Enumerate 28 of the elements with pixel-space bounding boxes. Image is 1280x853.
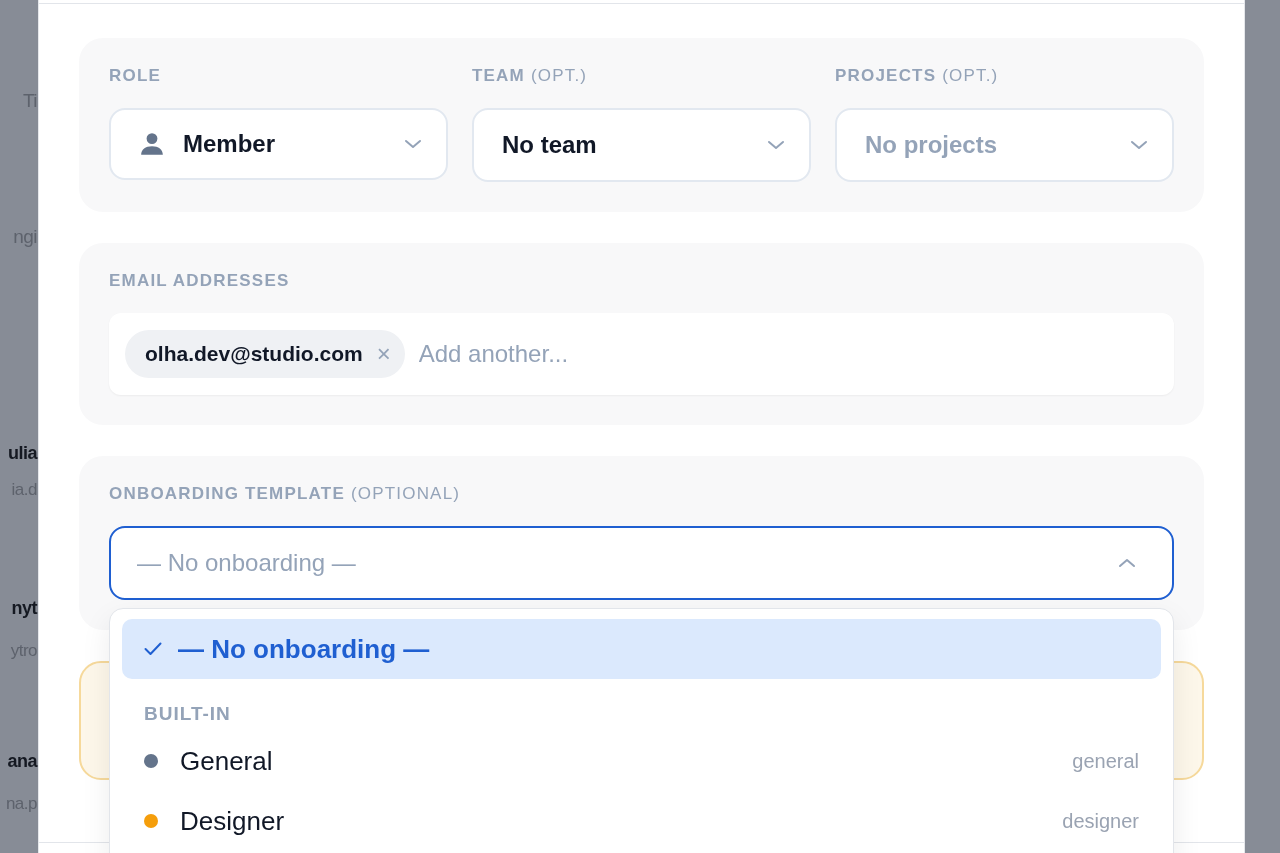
menu-option[interactable]: Designer designer bbox=[122, 791, 1161, 851]
select-field[interactable]: Member bbox=[109, 108, 448, 180]
select-field[interactable]: No team bbox=[472, 108, 811, 182]
add-email-input[interactable]: Add another... bbox=[416, 339, 1158, 369]
member-name: ulia bbox=[8, 443, 37, 464]
option-slug: designer bbox=[1062, 809, 1139, 833]
option-label: General bbox=[180, 745, 274, 777]
group-heading: BUILT-IN bbox=[143, 702, 232, 726]
chevron-down-icon bbox=[404, 138, 422, 150]
chip-label: olha.dev@studio.com bbox=[145, 342, 363, 366]
member-name: ana bbox=[7, 751, 37, 772]
check-icon bbox=[144, 642, 162, 656]
field-label: ROLE bbox=[109, 66, 163, 86]
field-label: PROJECTS (OPT.) bbox=[835, 66, 1000, 86]
chevron-down-icon bbox=[767, 139, 785, 151]
field-label: TEAM (OPT.) bbox=[472, 66, 589, 86]
member-name: nyt bbox=[11, 598, 37, 619]
chevron-down-icon bbox=[1130, 139, 1148, 151]
email-input-field[interactable]: olha.dev@studio.com × Add another... bbox=[109, 313, 1174, 395]
field-label: EMAIL ADDRESSES bbox=[109, 271, 291, 291]
option-label: Designer bbox=[180, 805, 286, 837]
chevron-up-icon bbox=[1118, 557, 1136, 569]
field-label: ONBOARDING TEMPLATE (OPTIONAL) bbox=[109, 484, 462, 504]
option-label: — No onboarding — bbox=[178, 633, 431, 665]
menu-option[interactable]: — No onboarding — bbox=[122, 619, 1161, 679]
option-slug: general bbox=[1072, 749, 1139, 773]
person-icon bbox=[139, 131, 165, 157]
menu-option[interactable]: General general bbox=[122, 731, 1161, 791]
